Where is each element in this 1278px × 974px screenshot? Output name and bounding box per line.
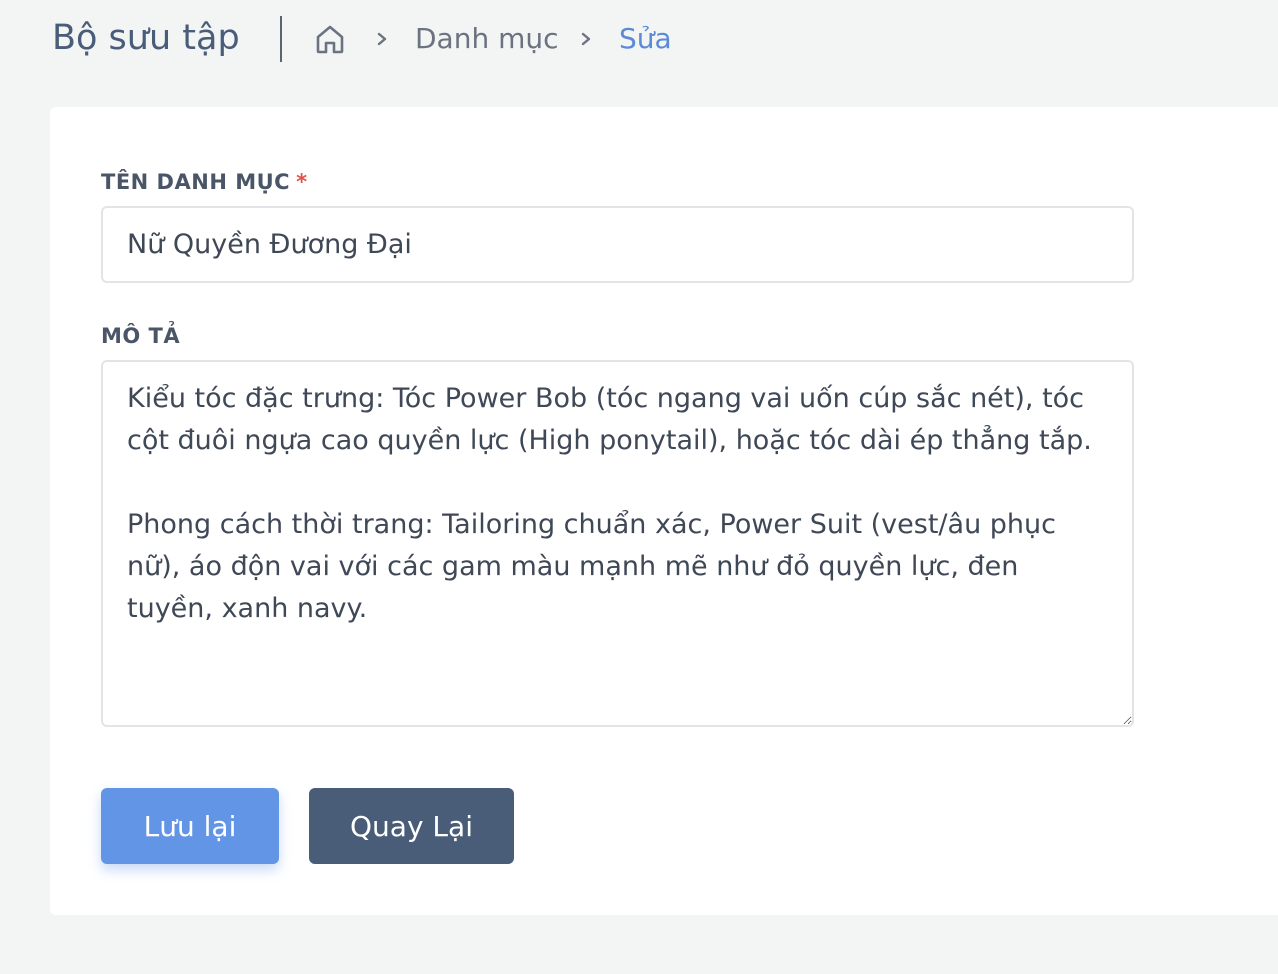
category-name-label-text: TÊN DANH MỤC (101, 170, 291, 194)
title-divider (280, 16, 282, 62)
category-name-label: TÊN DANH MỤC * (101, 167, 308, 197)
description-label: MÔ TẢ (101, 324, 181, 348)
chevron-right-icon (377, 32, 387, 46)
breadcrumb-categories-link[interactable]: Danh mục (415, 19, 559, 59)
chevron-right-icon (581, 32, 591, 46)
category-name-input[interactable] (101, 206, 1134, 283)
save-button[interactable]: Lưu lại (101, 788, 279, 864)
required-mark: * (296, 170, 308, 194)
home-icon[interactable] (313, 22, 347, 56)
back-button[interactable]: Quay Lại (309, 788, 514, 864)
breadcrumb-current: Sửa (619, 22, 672, 55)
description-textarea[interactable]: Kiểu tóc đặc trưng: Tóc Power Bob (tóc n… (101, 360, 1134, 727)
edit-category-form: TÊN DANH MỤC* MÔ TẢ Kiểu tóc đặc trưng: … (50, 107, 1278, 915)
page-title: Bộ sưu tập (52, 18, 240, 58)
page-header: Bộ sưu tập Danh mục Sửa (0, 0, 1278, 80)
